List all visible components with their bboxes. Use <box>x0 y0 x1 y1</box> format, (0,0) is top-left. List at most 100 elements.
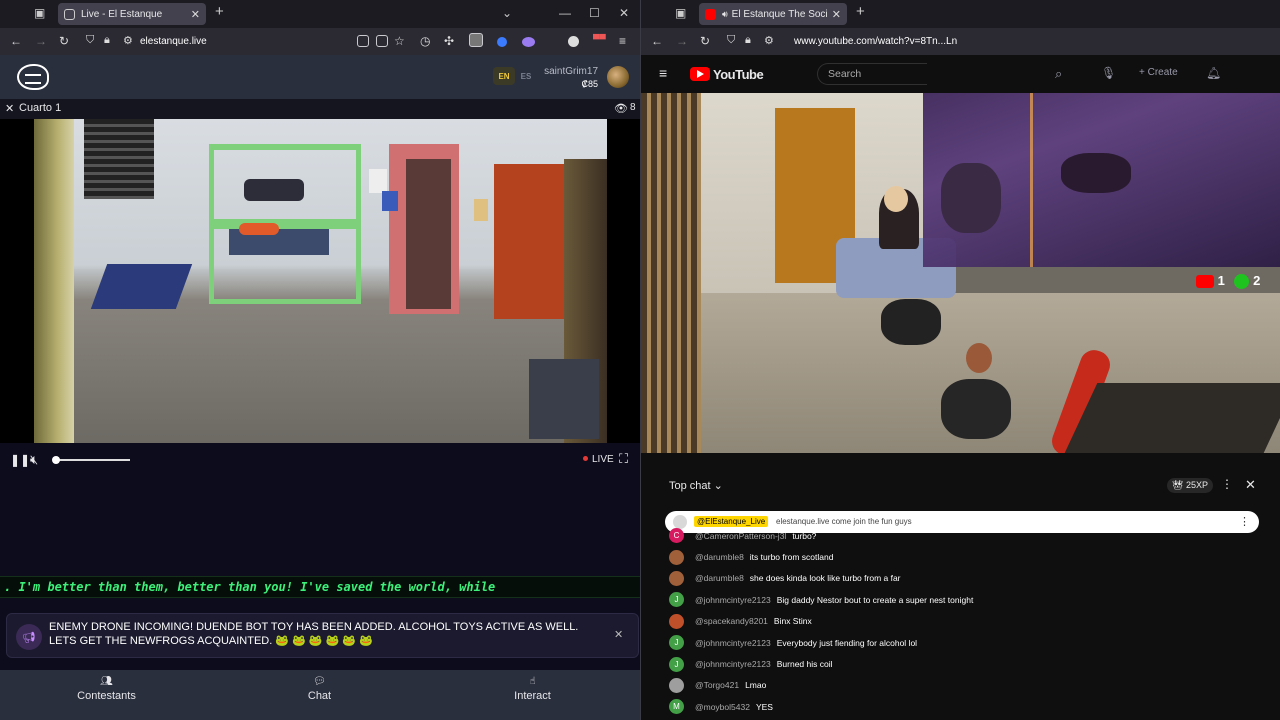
screenshot-icon[interactable] <box>376 35 388 47</box>
muted-speaker-icon[interactable]: 🔇︎ <box>30 452 38 468</box>
close-room-icon[interactable]: ✕ <box>5 102 14 115</box>
language-es-button[interactable]: ES <box>515 67 537 85</box>
menu-hamburger-icon[interactable]: ≡ <box>659 65 667 81</box>
chat-text: Big daddy Nestor bout to create a super … <box>776 594 974 605</box>
tab-title: El Estanque The Social Experiment <box>731 8 828 20</box>
livestream-video[interactable]: 1 2 <box>641 93 1280 453</box>
extensions-icon[interactable]: ✣ <box>444 34 454 48</box>
lock-icon[interactable]: 🔒︎ <box>104 34 110 47</box>
youtube-score: 1 <box>1217 273 1225 288</box>
flag-extension-icon[interactable]: ▀▀ <box>593 34 606 44</box>
back-arrow-icon[interactable]: ← <box>651 34 663 48</box>
left-browser-window: ▣ Live - El Estanque ✕ + ⌄ — ☐ ✕ ← → ↻ ⛉… <box>0 0 640 720</box>
chat-message[interactable]: M @moybol5432 YES <box>669 696 1259 717</box>
notifications-bell-icon[interactable]: 🔔︎ <box>1206 66 1221 80</box>
username-label: saintGrim17 <box>544 66 598 77</box>
permissions-icon[interactable]: ⚙ <box>123 34 133 47</box>
bookmark-star-icon[interactable]: ☆ <box>394 34 405 48</box>
chat-message[interactable]: J @johnmcintyre2123 Burned his coil <box>669 653 1259 674</box>
permissions-icon[interactable]: ⚙ <box>764 34 774 47</box>
history-icon[interactable]: ◷ <box>420 34 430 48</box>
chat-author[interactable]: @johnmcintyre2123 <box>695 638 771 648</box>
chat-text: Burned his coil <box>776 659 833 670</box>
reload-icon[interactable]: ↻ <box>59 34 69 48</box>
audio-playing-icon[interactable]: 🔊︎ <box>722 9 728 20</box>
shield-icon[interactable]: ⛉ <box>727 34 735 47</box>
chat-author[interactable]: @CameronPatterson-j3l <box>695 531 786 541</box>
pointer-icon: ☝︎ <box>529 676 536 687</box>
account-icon[interactable] <box>568 36 579 47</box>
more-options-icon[interactable]: ⋮ <box>1221 477 1233 491</box>
extension-badge-icon[interactable] <box>469 33 483 47</box>
new-tab-icon[interactable]: + <box>856 3 865 20</box>
chat-author[interactable]: @moybol5432 <box>695 702 750 712</box>
chat-mode-dropdown[interactable]: Top chat ⌄ <box>669 479 723 492</box>
chat-message[interactable]: J @johnmcintyre2123 Everybody just fiendin… <box>669 632 1259 653</box>
chat-author[interactable]: @spacekandy8201 <box>695 616 768 626</box>
chat-avatar <box>669 549 684 565</box>
forward-arrow-icon[interactable]: → <box>35 34 47 48</box>
nav-contestants[interactable]: 👥︎ Contestants <box>0 670 213 720</box>
chat-message[interactable]: @darumble8 she does kinda look like turbo… <box>669 568 1259 589</box>
shield-icon[interactable]: ⛉ <box>86 34 94 47</box>
chat-author[interactable]: @johnmcintyre2123 <box>695 659 771 669</box>
purple-extension-icon[interactable] <box>522 37 535 47</box>
chat-author[interactable]: @darumble8 <box>695 552 744 562</box>
chat-message[interactable]: J @johnmcintyre2123 Big daddy Nestor bout … <box>669 589 1259 610</box>
create-button[interactable]: + Create <box>1139 67 1178 78</box>
tab-youtube-stream[interactable]: 🔊︎ El Estanque The Social Experiment ✕ <box>699 3 847 25</box>
youtube-logo-text[interactable]: YouTube <box>713 67 764 82</box>
tab-overview-icon[interactable]: ▣ <box>675 6 686 20</box>
nav-chat[interactable]: 💬︎ Chat <box>213 670 426 720</box>
room-video-player[interactable] <box>0 119 640 443</box>
chat-author[interactable]: @johnmcintyre2123 <box>695 595 771 605</box>
xp-badge[interactable]: 👑︎ 25XP <box>1167 478 1213 493</box>
close-tab-icon[interactable]: ✕ <box>191 8 200 21</box>
dismiss-announcement-icon[interactable]: ✕ <box>614 628 623 641</box>
user-info[interactable]: saintGrim17 ₡85 <box>544 66 598 89</box>
back-arrow-icon[interactable]: ← <box>10 34 22 48</box>
url-field[interactable]: www.youtube.com/watch?v=8Tn...Ln <box>794 36 957 47</box>
tab-overview-icon[interactable]: ▣ <box>34 6 45 20</box>
tab-list-chevron-icon[interactable]: ⌄ <box>502 6 512 20</box>
chat-message[interactable]: @spacekandy8201 Binx Stinx <box>669 611 1259 632</box>
microphone-icon[interactable]: 🎙︎ <box>1101 66 1116 80</box>
search-icon[interactable]: ⌕ <box>1055 66 1062 82</box>
video-controls: ❚❚ 🔇︎ LIVE ⛶ <box>0 443 640 477</box>
frog-logo-icon[interactable] <box>17 64 49 90</box>
maximize-icon[interactable]: ☐ <box>589 6 600 20</box>
search-input[interactable]: Search <box>817 63 927 85</box>
chat-message[interactable]: @Torgo421 Lmao <box>669 675 1259 696</box>
pause-icon[interactable]: ❚❚ <box>10 453 30 467</box>
close-window-icon[interactable]: ✕ <box>619 6 629 20</box>
close-tab-icon[interactable]: ✕ <box>832 8 841 21</box>
volume-knob[interactable] <box>52 456 60 464</box>
chat-avatar: J <box>669 635 684 651</box>
bottom-navigation: 👥︎ Contestants 💬︎ Chat ☝︎ Interact <box>0 670 640 720</box>
tab-title: Live - El Estanque <box>81 8 163 20</box>
new-tab-icon[interactable]: + <box>215 3 224 20</box>
minimize-icon[interactable]: — <box>559 6 571 20</box>
close-chat-icon[interactable]: ✕ <box>1245 477 1256 493</box>
chat-author[interactable]: @darumble8 <box>695 573 744 583</box>
vpn-extension-icon[interactable] <box>497 37 507 47</box>
chat-author[interactable]: @Torgo421 <box>695 680 739 690</box>
nav-interact[interactable]: ☝︎ Interact <box>426 670 639 720</box>
chat-message[interactable]: @darumble8 its turbo from scotland <box>669 546 1259 567</box>
lock-icon[interactable]: 🔒︎ <box>745 34 751 47</box>
fullscreen-icon[interactable]: ⛶ <box>619 451 628 467</box>
volume-slider[interactable] <box>55 459 130 461</box>
chat-avatar: C <box>669 528 684 544</box>
forward-arrow-icon[interactable]: → <box>676 34 688 48</box>
menu-hamburger-icon[interactable]: ≡ <box>619 34 626 48</box>
chat-bubble-icon: 💬︎ <box>313 676 326 687</box>
chat-message[interactable]: C @CameronPatterson-j3l turbo? <box>669 525 1259 546</box>
tab-live-el-estanque[interactable]: Live - El Estanque ✕ <box>58 3 206 25</box>
reader-view-icon[interactable] <box>357 35 369 47</box>
chat-text: she does kinda look like turbo from a fa… <box>749 573 901 584</box>
language-en-button[interactable]: EN <box>493 67 515 85</box>
reload-icon[interactable]: ↻ <box>700 34 710 48</box>
avatar[interactable] <box>607 66 629 88</box>
url-field[interactable]: elestanque.live <box>140 36 207 47</box>
youtube-logo-icon[interactable] <box>690 67 710 81</box>
